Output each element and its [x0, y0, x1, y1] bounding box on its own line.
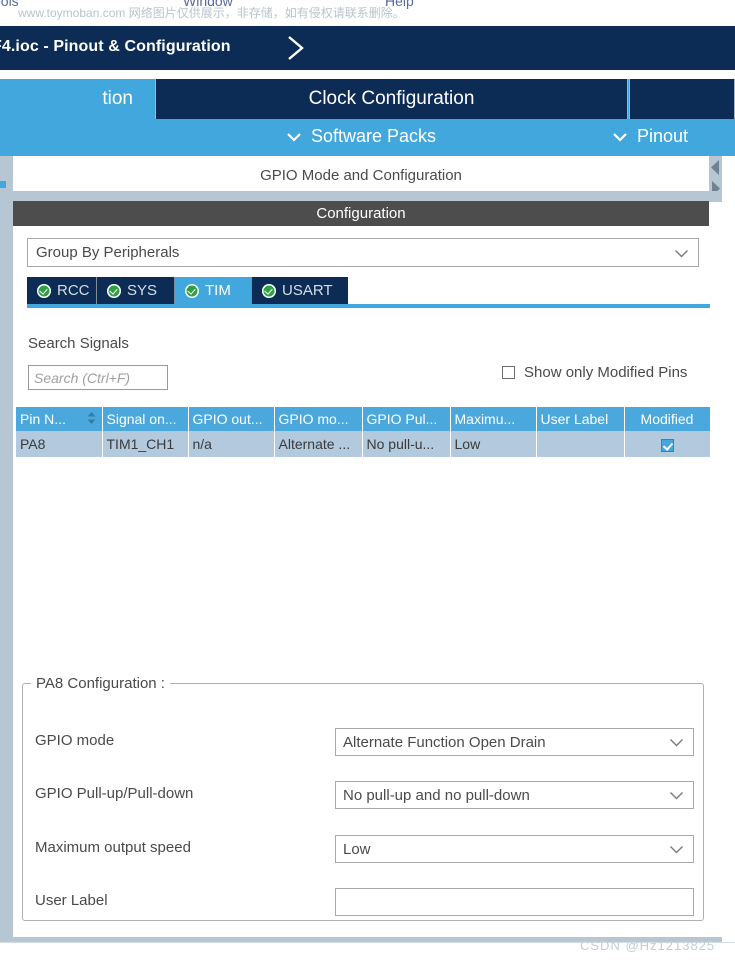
check-circle-icon — [37, 283, 51, 298]
tab-clock-configuration-label: Clock Configuration — [308, 88, 475, 109]
cell-modified[interactable] — [624, 431, 711, 457]
peripheral-tab-tim[interactable]: TIM — [175, 277, 252, 304]
check-circle-icon — [185, 283, 199, 298]
group-by-select-value: Group By Peripherals — [36, 244, 180, 261]
chevron-down-icon — [675, 250, 688, 258]
chevron-right-icon — [288, 36, 304, 60]
column-header-gpio-pull[interactable]: GPIO Pul... — [362, 407, 451, 431]
gpio-mode-select[interactable]: Alternate Function Open Drain — [335, 728, 694, 756]
chevron-down-icon — [670, 846, 683, 854]
cell-pin-name: PA8 — [16, 431, 103, 457]
table-row[interactable]: PA8 TIM1_CH1 n/a Alternate ... No pull-u… — [16, 431, 711, 457]
check-circle-icon — [262, 283, 276, 298]
peripheral-tab-rcc[interactable]: RCC — [27, 277, 97, 304]
column-header-pin-name[interactable]: Pin N... — [16, 407, 103, 431]
cell-user-label — [536, 431, 625, 457]
maximum-output-speed-select[interactable]: Low — [335, 835, 694, 863]
peripheral-tab-usart-label: USART — [282, 282, 333, 299]
chevron-down-icon — [613, 132, 627, 142]
field-row-user-label: User Label — [23, 888, 705, 916]
breadcrumb-project-label[interactable]: F4.ioc - Pinout & Configuration — [0, 38, 231, 56]
field-label-user-label: User Label — [35, 892, 108, 909]
pin-table: Pin N... Signal on... GPIO out... GPIO m… — [16, 407, 711, 457]
main-tab-bar: tion Clock Configuration — [0, 79, 735, 119]
tab-clock-configuration[interactable]: Clock Configuration — [155, 79, 628, 119]
cell-signal-on: TIM1_CH1 — [102, 431, 189, 457]
pin-configuration-group: GPIO mode Alternate Function Open Drain … — [22, 683, 704, 921]
peripheral-tab-sys[interactable]: SYS — [97, 277, 175, 304]
tab-pinout-configuration-label: tion — [102, 88, 133, 109]
column-header-maximum-speed[interactable]: Maximu... — [450, 407, 537, 431]
chevron-down-icon — [670, 792, 683, 800]
gpio-pull-select-value: No pull-up and no pull-down — [343, 786, 530, 804]
peripheral-tab-usart[interactable]: USART — [252, 277, 348, 304]
field-row-gpio-mode: GPIO mode Alternate Function Open Drain — [23, 728, 705, 756]
gpio-pull-select[interactable]: No pull-up and no pull-down — [335, 781, 694, 809]
tab-next[interactable] — [629, 79, 735, 119]
left-splitter-tick — [0, 181, 6, 188]
gpio-mode-select-value: Alternate Function Open Drain — [343, 733, 546, 751]
sub-tab-software-packs-label: Software Packs — [311, 126, 437, 146]
column-header-gpio-mode[interactable]: GPIO mo... — [274, 407, 363, 431]
tab-pinout-configuration[interactable]: tion — [0, 79, 155, 119]
column-header-gpio-output[interactable]: GPIO out... — [188, 407, 275, 431]
checked-checkbox-icon[interactable] — [660, 438, 674, 452]
show-only-modified-pins-checkbox[interactable]: Show only Modified Pins — [502, 364, 687, 381]
cell-maximum-speed: Low — [450, 431, 537, 457]
sort-updown-icon[interactable] — [87, 412, 96, 424]
peripheral-tab-strip: RCC SYS TIM USART — [27, 277, 710, 304]
group-by-select[interactable]: Group By Peripherals — [27, 238, 699, 267]
field-label-maximum-output-speed: Maximum output speed — [35, 839, 191, 856]
cell-gpio-mode: Alternate ... — [274, 431, 363, 457]
field-row-gpio-pull: GPIO Pull-up/Pull-down No pull-up and no… — [23, 781, 705, 809]
search-input[interactable] — [28, 365, 168, 390]
peripheral-tab-tim-label: TIM — [205, 282, 231, 299]
peripheral-tab-underline — [27, 304, 710, 308]
sub-tab-pinout-label: Pinout — [637, 126, 689, 146]
peripheral-tab-sys-label: SYS — [127, 282, 158, 299]
pin-table-wrapper[interactable]: Pin N... Signal on... GPIO out... GPIO m… — [16, 407, 711, 457]
sub-tab-software-packs[interactable]: Software Packs — [286, 126, 436, 147]
configuration-header-bar: Configuration — [13, 201, 709, 226]
sub-tab-pinout[interactable]: Pinout — [612, 126, 688, 147]
field-row-maximum-output-speed: Maximum output speed Low — [23, 835, 705, 863]
breadcrumb-bar: F4.ioc - Pinout & Configuration — [0, 26, 735, 70]
user-label-input[interactable] — [335, 888, 694, 916]
field-label-gpio-pull: GPIO Pull-up/Pull-down — [35, 785, 194, 802]
section-divider — [13, 191, 722, 201]
triangle-left-icon[interactable] — [710, 158, 721, 177]
search-signals-label: Search Signals — [28, 335, 129, 352]
column-header-modified[interactable]: Modified — [624, 407, 711, 431]
menu-item-tools[interactable]: Tools — [0, 0, 19, 9]
check-circle-icon — [107, 283, 121, 298]
chevron-down-icon — [670, 739, 683, 747]
maximum-output-speed-select-value: Low — [343, 840, 371, 858]
column-header-user-label[interactable]: User Label — [536, 407, 625, 431]
watermark-left: www.toymoban.com 网络图片仅供展示，非存储，如有侵权请联系删除。 — [18, 6, 405, 20]
field-label-gpio-mode: GPIO mode — [35, 732, 115, 749]
left-splitter[interactable] — [0, 156, 13, 951]
chevron-down-icon — [287, 132, 301, 142]
cell-gpio-pull: No pull-u... — [362, 431, 451, 457]
cell-gpio-output: n/a — [188, 431, 275, 457]
table-header-row: Pin N... Signal on... GPIO out... GPIO m… — [16, 407, 711, 431]
checkbox-icon[interactable] — [502, 366, 515, 379]
section-title: GPIO Mode and Configuration — [13, 160, 709, 191]
column-header-signal-on[interactable]: Signal on... — [102, 407, 189, 431]
watermark-right: CSDN @Hz1213825 — [580, 938, 716, 953]
show-only-modified-pins-label: Show only Modified Pins — [524, 364, 688, 381]
column-header-pin-name-label: Pin N... — [20, 411, 66, 427]
peripheral-tab-rcc-label: RCC — [57, 282, 90, 299]
pin-configuration-legend: PA8 Configuration : — [31, 675, 170, 692]
sub-tab-bar: Software Packs Pinout — [0, 119, 735, 156]
